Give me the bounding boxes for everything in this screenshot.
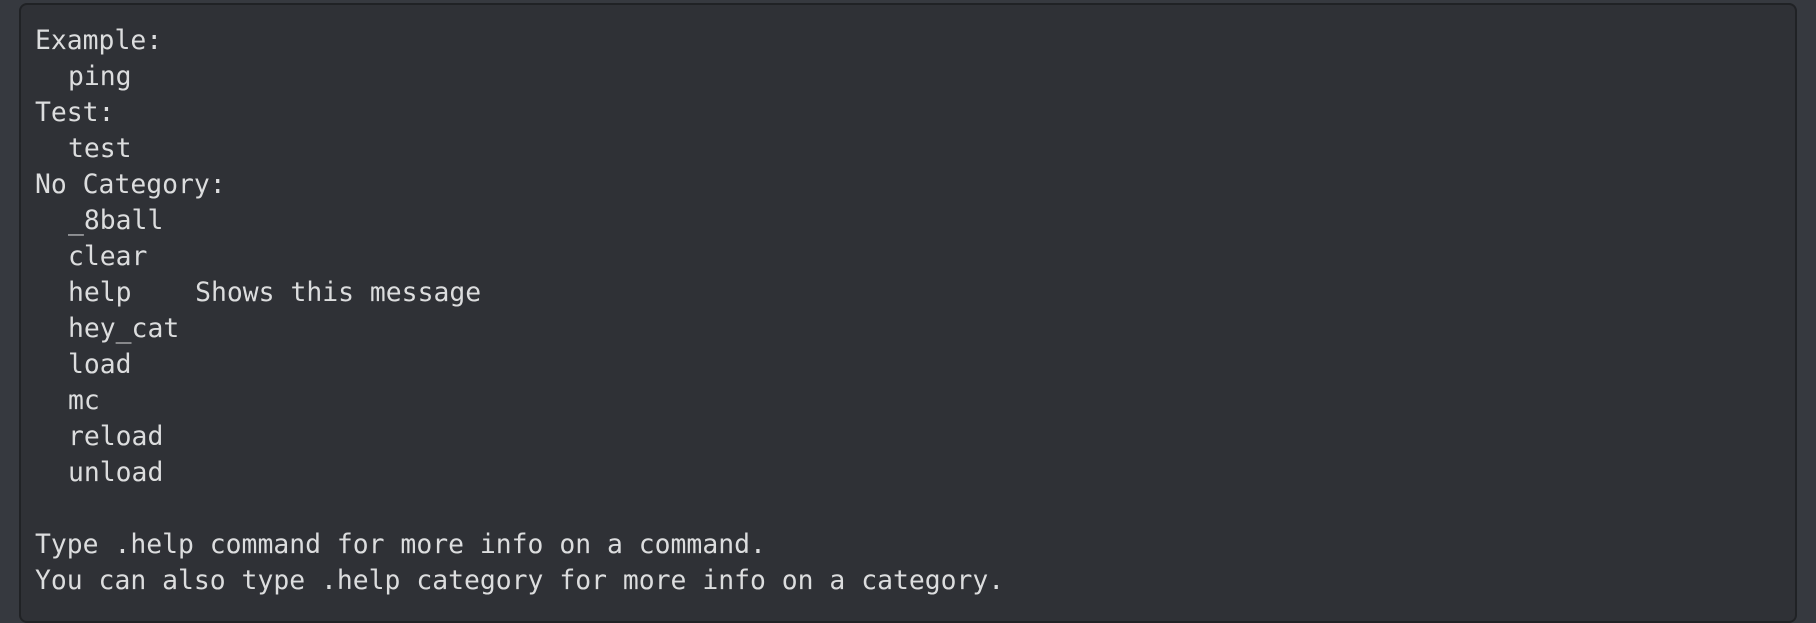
command-name: hey_cat <box>68 313 180 344</box>
command-name: clear <box>68 241 148 272</box>
help-code-block: Example: ping Test: test No Category: _8… <box>19 3 1797 623</box>
command-name: reload <box>68 421 164 452</box>
category-heading: No Category: <box>35 169 226 200</box>
command-name: _8ball <box>68 205 164 236</box>
command-name: help <box>68 277 132 308</box>
footer-line: You can also type .help category for mor… <box>35 565 1005 596</box>
command-name: load <box>68 349 132 380</box>
command-name: test <box>68 133 132 164</box>
command-name: unload <box>68 457 164 488</box>
command-row-help: help Shows this message <box>35 275 1781 311</box>
command-name: mc <box>68 385 100 416</box>
footer-line: Type .help command for more info on a co… <box>35 529 766 560</box>
category-heading: Test: <box>35 97 115 128</box>
command-name: ping <box>68 61 132 92</box>
category-heading: Example: <box>35 25 163 56</box>
command-description: Shows this message <box>195 277 482 308</box>
